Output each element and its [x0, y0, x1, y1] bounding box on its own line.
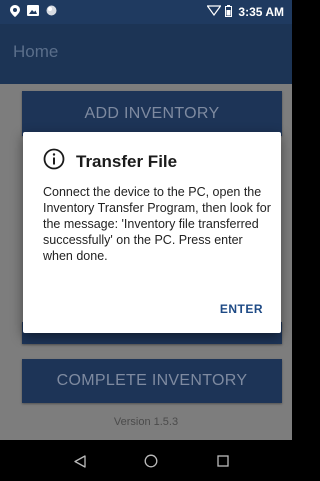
add-inventory-button[interactable]: ADD INVENTORY: [22, 91, 282, 136]
status-time: 3:35 AM: [238, 5, 284, 19]
phone-screen: 3:35 AM Home ADD INVENTORY COMPLETE INVE…: [0, 0, 292, 481]
info-icon: [43, 148, 65, 175]
complete-inventory-button[interactable]: COMPLETE INVENTORY: [22, 359, 282, 403]
status-bar: 3:35 AM: [0, 0, 292, 24]
dialog-message: Connect the device to the PC, open the I…: [43, 185, 271, 263]
image-icon: [27, 5, 39, 19]
circle-icon: [46, 5, 57, 19]
navigation-bar: [0, 440, 292, 481]
home-icon[interactable]: [141, 451, 161, 471]
recents-icon[interactable]: [213, 451, 233, 471]
battery-icon: [225, 4, 233, 20]
dialog-header: Transfer File: [43, 148, 177, 175]
enter-button[interactable]: ENTER: [220, 302, 263, 316]
back-icon[interactable]: [70, 451, 90, 471]
dialog-title: Transfer File: [76, 151, 178, 171]
app-bar: Home: [0, 24, 292, 84]
status-notifications: [0, 4, 57, 20]
transfer-file-dialog: Transfer File Connect the device to the …: [23, 132, 281, 333]
wifi-icon: [206, 5, 223, 19]
status-system: 3:35 AM: [206, 4, 292, 20]
location-pin-icon: [10, 4, 20, 20]
page-title: Home: [13, 42, 59, 61]
version-label: Version 1.5.3: [113, 416, 179, 428]
